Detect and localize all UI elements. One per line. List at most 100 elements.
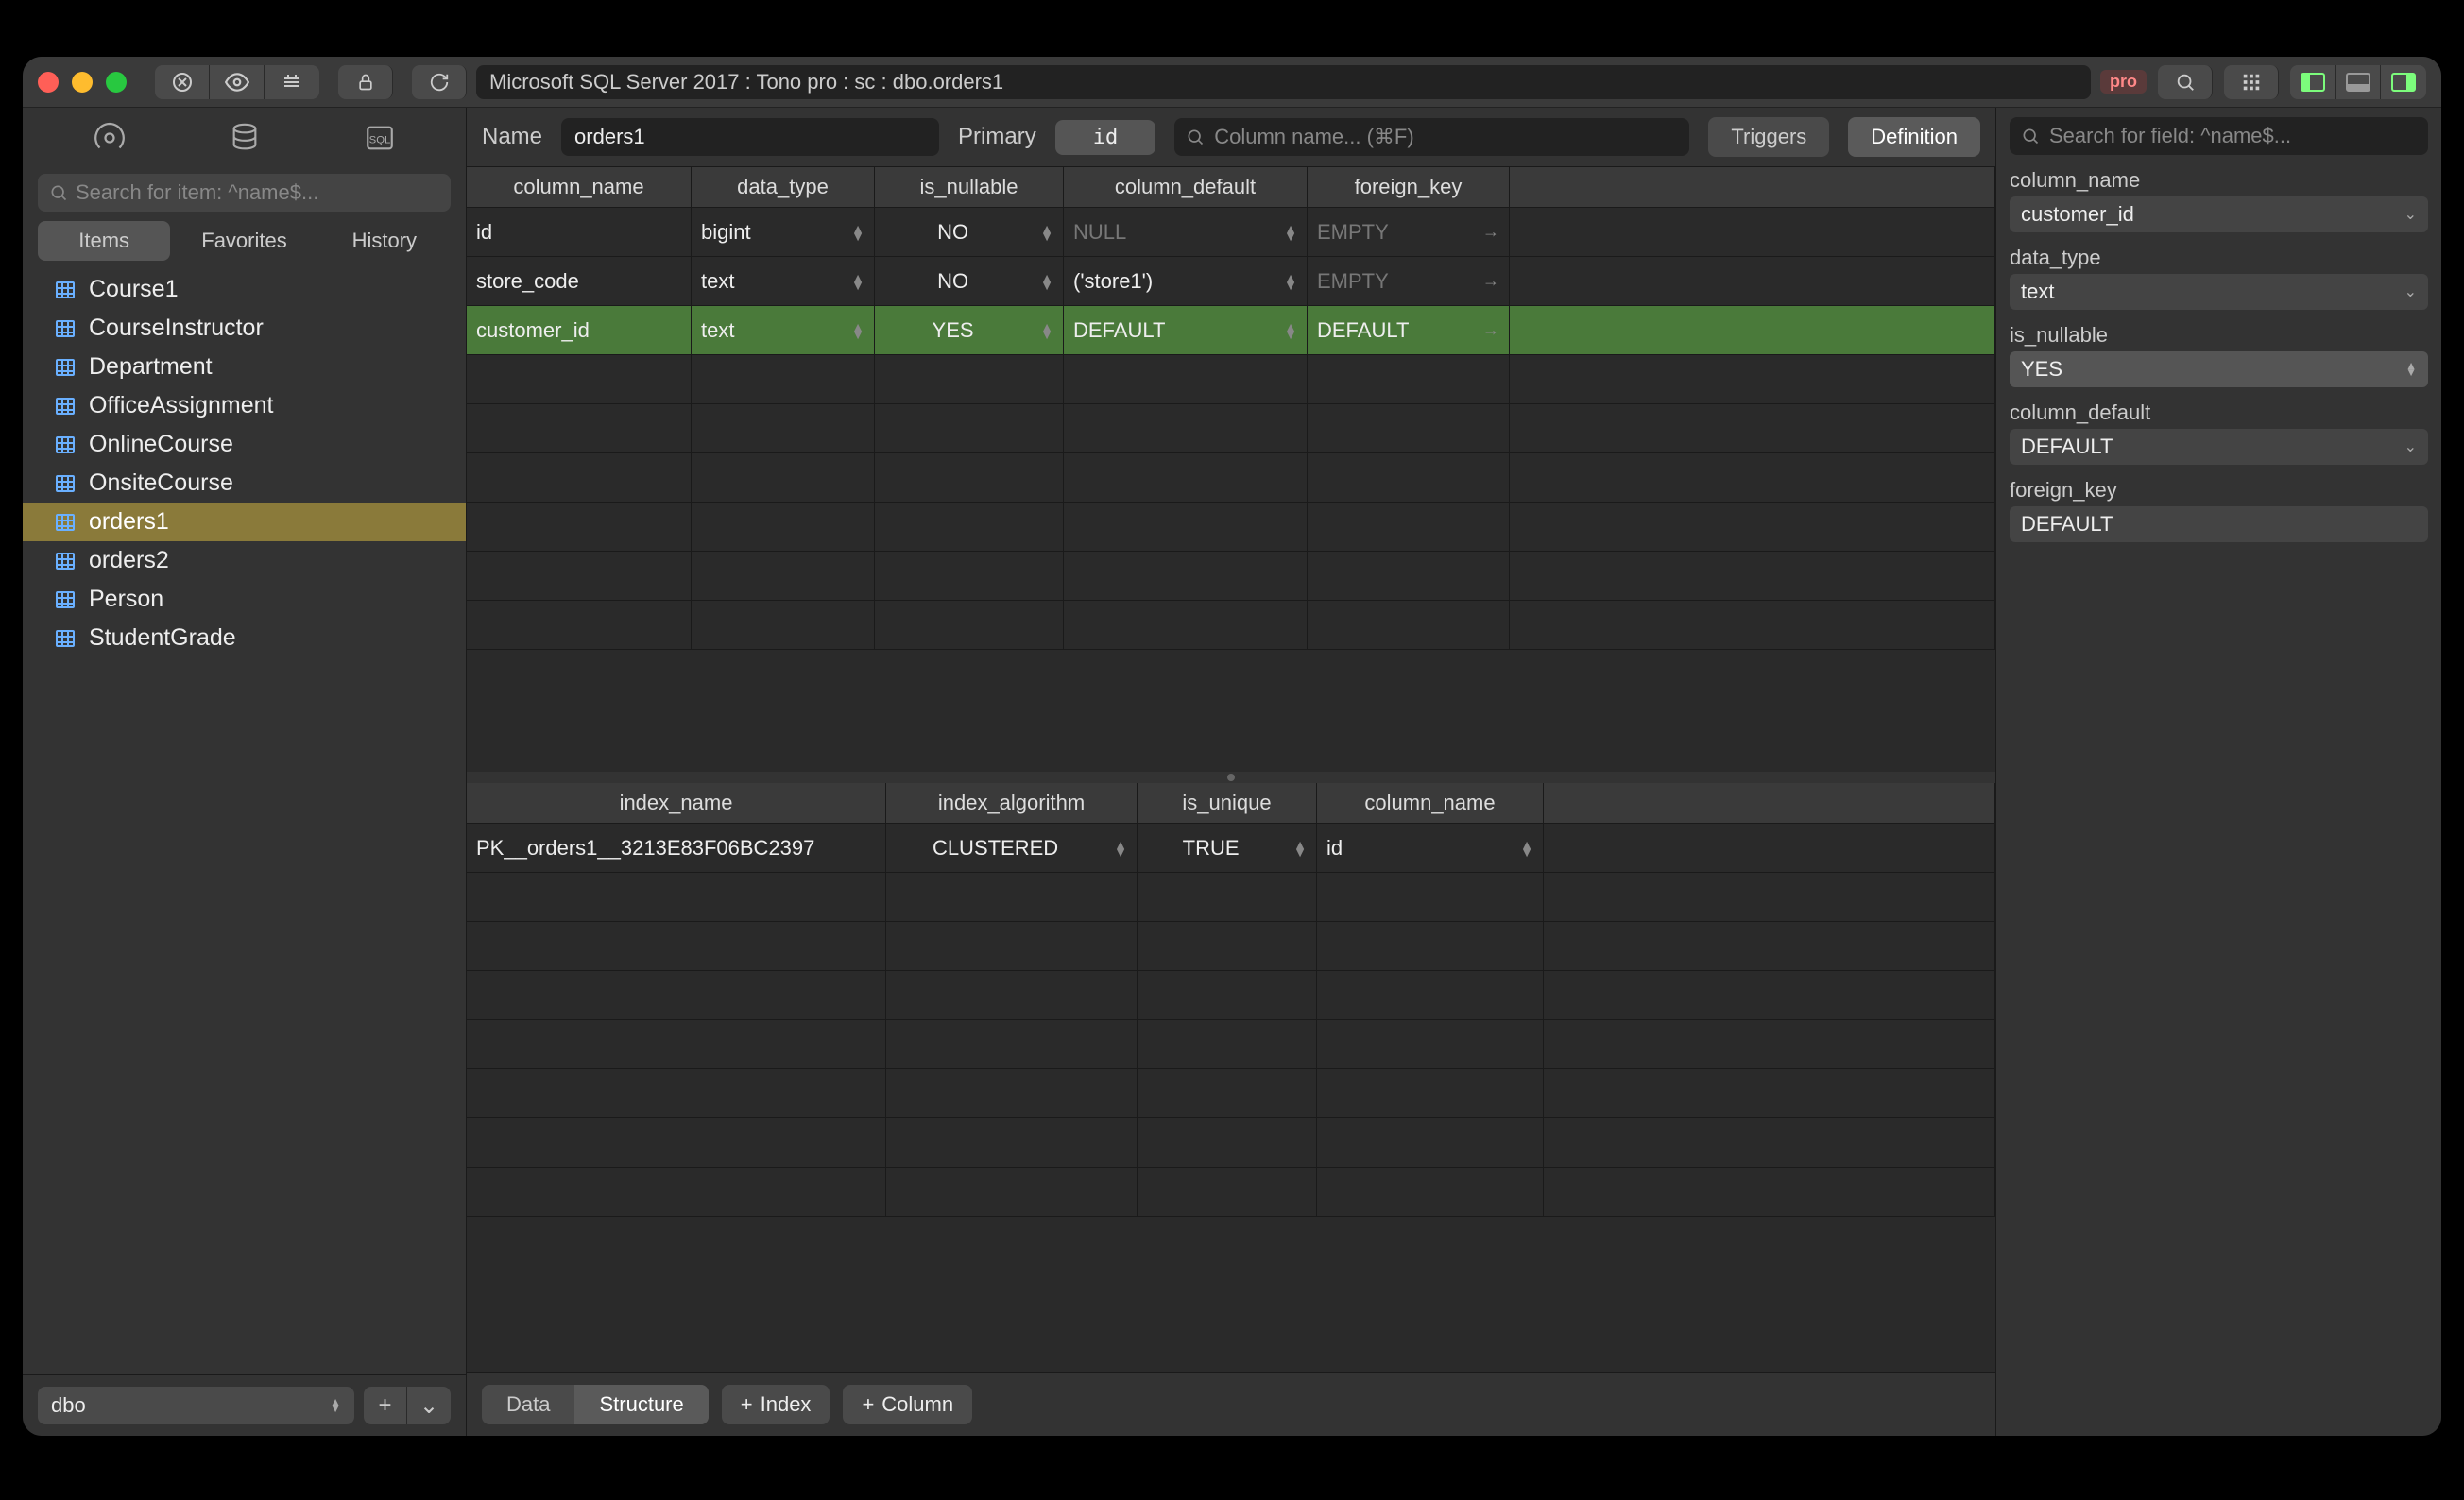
refresh-icon[interactable] [412,65,467,99]
split-handle[interactable] [467,772,1995,783]
structure-view-button[interactable]: Structure [574,1385,708,1424]
cell-data-type[interactable]: text▲▼ [692,257,875,305]
definition-button[interactable]: Definition [1848,117,1980,157]
table-name-input[interactable] [561,118,939,156]
add-column-button[interactable]: +Column [843,1385,972,1424]
cell-column-default[interactable]: NULL▲▼ [1064,208,1308,256]
sidebar-item-orders2[interactable]: orders2 [23,541,466,580]
right-panel-toggle[interactable] [2381,65,2426,99]
sidebar-item-studentgrade[interactable]: StudentGrade [23,619,466,657]
arrow-right-icon[interactable]: → [1482,222,1499,242]
inspector-input-foreign_key[interactable]: DEFAULT [2010,506,2428,542]
data-view-button[interactable]: Data [482,1385,574,1424]
expand-icon[interactable] [265,65,319,99]
database-icon[interactable] [224,117,265,159]
arrow-right-icon[interactable]: → [1482,271,1499,291]
eye-icon[interactable] [210,65,265,99]
sql-icon[interactable]: SQL [359,117,401,159]
stepper-icon[interactable]: ▲▼ [851,225,864,240]
inspector-input-column_name[interactable]: customer_id⌄ [2010,196,2428,232]
apps-icon[interactable] [2224,65,2279,99]
sidebar-tab-favorites[interactable]: Favorites [178,221,310,261]
sidebar-item-onsitecourse[interactable]: OnsiteCourse [23,464,466,503]
index-row-empty [467,1069,1995,1118]
triggers-button[interactable]: Triggers [1708,117,1829,157]
cell-column-name[interactable]: store_code [467,257,692,305]
add-index-button[interactable]: +Index [722,1385,830,1424]
cell-foreign-key[interactable]: DEFAULT→ [1308,306,1510,354]
minimize-window-button[interactable] [72,72,93,93]
add-menu-button[interactable]: ⌄ [407,1387,451,1424]
sidebar-item-course1[interactable]: Course1 [23,270,466,309]
search-icon[interactable] [2158,65,2213,99]
col-header-foreign-key[interactable]: foreign_key [1308,167,1510,207]
index-row[interactable]: PK__orders1__3213E83F06BC2397CLUSTERED▲▼… [467,824,1995,873]
idx-header-index-name[interactable]: index_name [467,783,886,823]
cell-is-nullable[interactable]: NO▲▼ [875,208,1064,256]
stepper-icon[interactable]: ▲▼ [1114,841,1127,856]
inspector-search-input[interactable]: Search for field: ^name$... [2010,117,2428,155]
close-window-button[interactable] [38,72,59,93]
col-header-column-name[interactable]: column_name [467,167,692,207]
stepper-icon[interactable]: ▲▼ [1040,274,1053,289]
sidebar-item-officeassignment[interactable]: OfficeAssignment [23,386,466,425]
cell-foreign-key[interactable]: EMPTY→ [1308,208,1510,256]
column-row[interactable]: store_codetext▲▼NO▲▼('store1')▲▼EMPTY→ [467,257,1995,306]
zoom-window-button[interactable] [106,72,127,93]
cell-is-nullable[interactable]: YES▲▼ [875,306,1064,354]
cell-is-nullable[interactable]: NO▲▼ [875,257,1064,305]
bottom-panel-toggle[interactable] [2336,65,2381,99]
stepper-icon[interactable]: ▲▼ [851,323,864,338]
left-panel-toggle[interactable] [2290,65,2336,99]
cell-column-name[interactable]: customer_id [467,306,692,354]
cell-foreign-key[interactable]: EMPTY→ [1308,257,1510,305]
column-search-input[interactable]: Column name... (⌘F) [1174,118,1689,156]
cell-data-type[interactable]: bigint▲▼ [692,208,875,256]
sidebar-item-courseinstructor[interactable]: CourseInstructor [23,309,466,348]
column-row[interactable]: idbigint▲▼NO▲▼NULL▲▼EMPTY→ [467,208,1995,257]
sidebar-item-department[interactable]: Department [23,348,466,386]
stepper-icon[interactable]: ▲▼ [1284,274,1297,289]
idx-header-column-name[interactable]: column_name [1317,783,1544,823]
arrow-right-icon[interactable]: → [1482,320,1499,340]
sidebar-search-input[interactable]: Search for item: ^name$... [38,174,451,212]
idx-header-index-algorithm[interactable]: index_algorithm [886,783,1138,823]
sidebar-item-person[interactable]: Person [23,580,466,619]
inspector-search-placeholder: Search for field: ^name$... [2049,124,2291,148]
cell-column-name[interactable]: id [467,208,692,256]
col-header-is-nullable[interactable]: is_nullable [875,167,1064,207]
cell-index-name[interactable]: PK__orders1__3213E83F06BC2397 [467,824,886,872]
col-header-data-type[interactable]: data_type [692,167,875,207]
stepper-icon[interactable]: ▲▼ [1520,841,1533,856]
add-button[interactable]: + [364,1387,407,1424]
inspector-input-data_type[interactable]: text⌄ [2010,274,2428,310]
stepper-icon[interactable]: ▲▼ [1040,323,1053,338]
breadcrumb[interactable]: Microsoft SQL Server 2017 : Tono pro : s… [476,65,2091,99]
cell-column-default[interactable]: DEFAULT▲▼ [1064,306,1308,354]
cell-is-unique[interactable]: TRUE▲▼ [1138,824,1317,872]
stepper-icon[interactable]: ▲▼ [1293,841,1307,856]
col-header-column-default[interactable]: column_default [1064,167,1308,207]
column-row[interactable]: customer_idtext▲▼YES▲▼DEFAULT▲▼DEFAULT→ [467,306,1995,355]
cell-idx-column-name[interactable]: id▲▼ [1317,824,1544,872]
inspector-input-is_nullable[interactable]: YES▲▼ [2010,351,2428,387]
stepper-icon[interactable]: ▲▼ [1284,323,1297,338]
inspector-input-column_default[interactable]: DEFAULT⌄ [2010,429,2428,465]
cell-data-type[interactable]: text▲▼ [692,306,875,354]
sidebar-tab-history[interactable]: History [318,221,451,261]
view-mode-segment: Data Structure [482,1385,709,1424]
sidebar-tab-items[interactable]: Items [38,221,170,261]
cell-column-default[interactable]: ('store1')▲▼ [1064,257,1308,305]
sidebar-item-orders1[interactable]: orders1 [23,503,466,541]
cancel-icon[interactable] [155,65,210,99]
primary-key-badge[interactable]: id [1055,120,1156,155]
lock-icon[interactable] [338,65,393,99]
stepper-icon[interactable]: ▲▼ [1284,225,1297,240]
cell-index-algorithm[interactable]: CLUSTERED▲▼ [886,824,1138,872]
radar-icon[interactable] [89,117,130,159]
schema-selector[interactable]: dbo ▲▼ [38,1387,354,1424]
stepper-icon[interactable]: ▲▼ [851,274,864,289]
sidebar-item-onlinecourse[interactable]: OnlineCourse [23,425,466,464]
stepper-icon[interactable]: ▲▼ [1040,225,1053,240]
idx-header-is-unique[interactable]: is_unique [1138,783,1317,823]
